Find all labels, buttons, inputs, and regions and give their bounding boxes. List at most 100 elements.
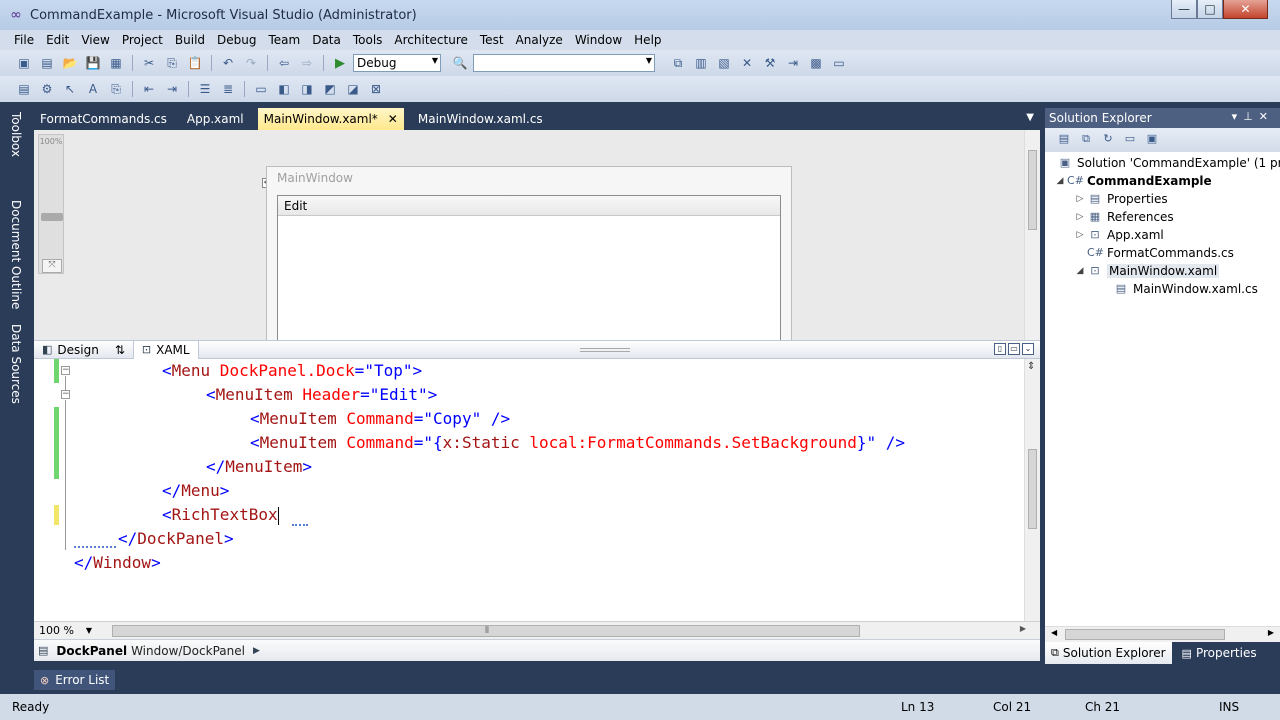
dock-panel-preview[interactable]: Edit <box>277 195 781 340</box>
menu-analyze[interactable]: Analyze <box>510 33 569 47</box>
menu-data[interactable]: Data <box>306 33 347 47</box>
tree-item-app-xaml[interactable]: ▷ ⊡ App.xaml <box>1073 226 1164 244</box>
undo-icon[interactable]: ↶ <box>218 54 238 72</box>
zoom-to-fit-icon[interactable]: ⤧ <box>42 259 62 273</box>
code-line[interactable]: <MenuItem Command="{x:Static local:Forma… <box>74 431 905 455</box>
design-surface[interactable]: 100% ⤧ ✥ MainWindow Edit <box>34 130 1040 340</box>
tab-main-window-xaml-cs[interactable]: MainWindow.xaml.cs <box>412 108 549 130</box>
quick-info-icon[interactable]: ↖ <box>60 80 80 98</box>
menu-test[interactable]: Test <box>474 33 510 47</box>
solution-explorer-icon[interactable]: ⧉ <box>668 54 688 72</box>
open-file-icon[interactable]: 📂 <box>60 54 80 72</box>
close-tab-icon[interactable]: ✕ <box>388 112 398 126</box>
tab-properties[interactable]: ▤ Properties <box>1176 642 1263 664</box>
increase-indent-icon[interactable]: ⇥ <box>162 80 182 98</box>
navigate-backward-icon[interactable]: ⇦ <box>274 54 294 72</box>
code-line[interactable]: </Window> <box>74 551 161 575</box>
close-button[interactable]: ✕ <box>1223 0 1268 19</box>
designer-vertical-scrollbar[interactable] <box>1024 130 1040 340</box>
tree-item-references[interactable]: ▷ ▦ References <box>1073 208 1174 226</box>
code-line[interactable]: <MenuItem Header="Edit"> <box>74 383 437 407</box>
maximize-button[interactable]: □ <box>1197 0 1223 19</box>
scrollbar-thumb[interactable]: ⦀ <box>112 625 860 637</box>
menu-file[interactable]: File <box>8 33 40 47</box>
splitter-grip[interactable] <box>580 348 630 352</box>
save-icon[interactable]: 💾 <box>83 54 103 72</box>
xaml-code-editor[interactable]: − − <Menu DockPanel.Dock="Top"> <MenuIte… <box>34 359 1040 621</box>
code-line[interactable]: </Menu> <box>74 479 229 503</box>
tree-item-main-window[interactable]: ◢ ⊡ MainWindow.xaml <box>1073 262 1220 280</box>
collapse-icon[interactable]: ◢ <box>1073 266 1087 276</box>
error-list-tab[interactable]: ⊗ Error List <box>34 670 116 690</box>
menu-preview-item[interactable]: Edit <box>284 199 307 213</box>
previous-bookmark-icon[interactable]: ◧ <box>274 80 294 98</box>
navigate-forward-icon[interactable]: ⇨ <box>297 54 317 72</box>
start-debugging-icon[interactable]: ▶ <box>330 54 350 72</box>
toolbox-icon[interactable]: ✕ <box>737 54 757 72</box>
bookmark-icon[interactable]: ⎘ <box>106 80 126 98</box>
scrollbar-thumb[interactable] <box>1065 629 1225 640</box>
document-outline-tab[interactable]: Document Outline <box>9 200 23 309</box>
decrease-indent-icon[interactable]: ⇤ <box>139 80 159 98</box>
tree-item-format-commands[interactable]: C# FormatCommands.cs <box>1087 244 1234 262</box>
find-in-files-icon[interactable]: 🔍 <box>450 54 470 72</box>
collapse-region-icon[interactable]: − <box>61 390 70 399</box>
tree-item-project[interactable]: ◢ C# CommandExample <box>1053 172 1212 190</box>
scrollbar-thumb[interactable] <box>1028 449 1037 529</box>
editor-horizontal-scrollbar[interactable]: ⦀ ▶ <box>108 624 1028 638</box>
breadcrumb-current-element[interactable]: DockPanel <box>56 644 127 658</box>
scroll-right-icon[interactable]: ▶ <box>1020 624 1026 633</box>
comment-out-icon[interactable]: ☰ <box>195 80 215 98</box>
properties-icon[interactable]: ▤ <box>1055 132 1073 148</box>
start-page-icon[interactable]: ⇥ <box>783 54 803 72</box>
breadcrumb-arrow-icon[interactable]: ▶ <box>253 646 260 656</box>
menu-build[interactable]: Build <box>169 33 211 47</box>
cut-icon[interactable]: ✂ <box>139 54 159 72</box>
tab-format-commands[interactable]: FormatCommands.cs <box>34 108 173 130</box>
complete-word-icon[interactable]: A <box>83 80 103 98</box>
menu-project[interactable]: Project <box>116 33 169 47</box>
menu-edit[interactable]: Edit <box>40 33 75 47</box>
new-project-icon[interactable]: ▣ <box>14 54 34 72</box>
menu-window[interactable]: Window <box>569 33 628 47</box>
parameter-info-icon[interactable]: ⚙ <box>37 80 57 98</box>
horizontal-split-icon[interactable]: ▭ <box>1008 343 1020 355</box>
scroll-left-icon[interactable]: ◀ <box>1051 628 1057 637</box>
expand-icon[interactable]: ▷ <box>1073 230 1087 240</box>
collapse-icon[interactable]: ◢ <box>1053 176 1067 186</box>
tab-solution-explorer[interactable]: ⧉ Solution Explorer <box>1045 642 1172 664</box>
copy-icon[interactable]: ⎘ <box>162 54 182 72</box>
menu-preview[interactable]: Edit <box>278 196 780 216</box>
uncomment-icon[interactable]: ≣ <box>218 80 238 98</box>
view-designer-icon[interactable]: ▣ <box>1143 132 1161 148</box>
tree-item-properties[interactable]: ▷ ▤ Properties <box>1073 190 1168 208</box>
solution-configuration-select[interactable]: Debug ▼ <box>353 54 441 72</box>
code-line[interactable]: <Menu DockPanel.Dock="Top"> <box>74 359 422 383</box>
zoom-slider-thumb[interactable] <box>41 213 63 221</box>
tree-item-main-window-cs[interactable]: ▤ MainWindow.xaml.cs <box>1113 280 1258 298</box>
next-bookmark-in-folder-icon[interactable]: ◪ <box>343 80 363 98</box>
redo-icon[interactable]: ↷ <box>241 54 261 72</box>
swap-panes-button[interactable]: ⇅ <box>107 341 133 359</box>
toolbox-tab[interactable]: Toolbox <box>9 112 23 157</box>
editor-zoom-select[interactable]: 100 % ▼ <box>36 623 94 639</box>
properties-window-icon[interactable]: ▥ <box>691 54 711 72</box>
scrollbar-thumb[interactable] <box>1028 150 1037 230</box>
minimize-button[interactable]: — <box>1171 0 1197 19</box>
xaml-pane-tab[interactable]: ⊡ XAML <box>132 340 199 359</box>
menu-help[interactable]: Help <box>628 33 667 47</box>
next-bookmark-icon[interactable]: ◨ <box>297 80 317 98</box>
pane-controls[interactable]: ▾⊥✕ <box>1232 110 1274 123</box>
code-line[interactable]: <RichTextBox <box>74 503 279 527</box>
design-pane-tab[interactable]: ◧ Design <box>34 341 107 359</box>
tab-dropdown-icon[interactable]: ▼ <box>1026 112 1034 123</box>
editor-vertical-scrollbar[interactable]: ⇕ <box>1024 359 1040 621</box>
collapse-region-icon[interactable]: − <box>61 366 70 375</box>
toggle-bookmark-icon[interactable]: ▭ <box>251 80 271 98</box>
vertical-split-icon[interactable]: ▯ <box>994 343 1006 355</box>
expand-icon[interactable]: ▷ <box>1073 212 1087 222</box>
extension-manager-icon[interactable]: ⚒ <box>760 54 780 72</box>
tab-main-window-xaml[interactable]: MainWindow.xaml* ✕ <box>257 108 404 130</box>
display-object-member-list-icon[interactable]: ▤ <box>14 80 34 98</box>
clear-bookmarks-icon[interactable]: ⊠ <box>366 80 386 98</box>
